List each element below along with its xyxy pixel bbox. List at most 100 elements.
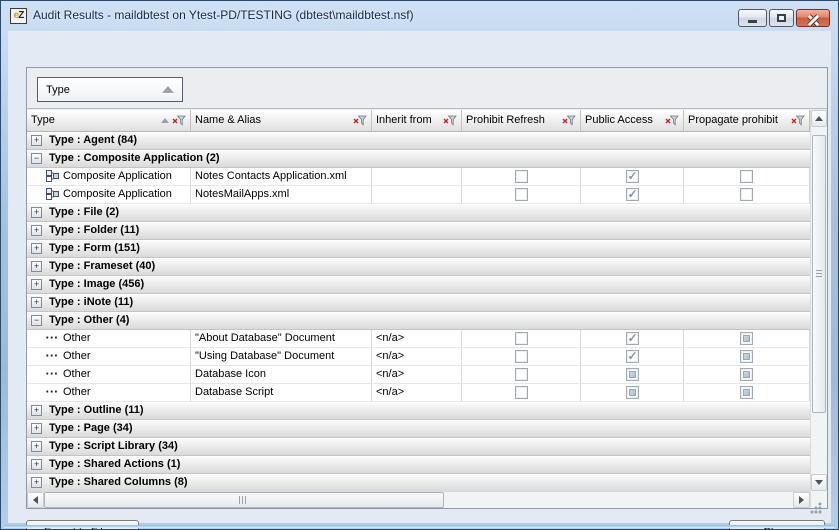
export-to-file-button[interactable]: Export to File ...: [26, 520, 139, 530]
cell-propagate-prohibit: [684, 366, 810, 384]
vertical-scrollbar-thumb[interactable]: [812, 135, 826, 413]
expand-icon[interactable]: +: [31, 243, 42, 254]
group-row-outline[interactable]: +Type : Outline (11): [27, 402, 810, 420]
group-label: Type : Other (4): [49, 314, 129, 326]
grid: Type Name & Alias Inherit from: [27, 110, 827, 508]
table-row[interactable]: Other Database Script <n/a>: [27, 384, 810, 402]
expand-icon[interactable]: +: [31, 207, 42, 218]
group-row-file[interactable]: +Type : File (2): [27, 204, 810, 222]
cell-type-label: Other: [63, 350, 91, 362]
horizontal-scrollbar-thumb[interactable]: [44, 492, 444, 508]
group-row-other[interactable]: −Type : Other (4): [27, 312, 810, 330]
group-row-form[interactable]: +Type : Form (151): [27, 240, 810, 258]
dots-icon: [45, 386, 59, 399]
prohibit-refresh-checkbox[interactable]: [515, 350, 528, 363]
group-row-frameset[interactable]: +Type : Frameset (40): [27, 258, 810, 276]
column-header-public-access[interactable]: Public Access: [581, 110, 684, 131]
filter-icon[interactable]: [791, 115, 805, 126]
public-access-checkbox[interactable]: [626, 386, 639, 399]
composite-application-icon: [45, 170, 59, 183]
expand-icon[interactable]: +: [31, 135, 42, 146]
column-header-name-alias[interactable]: Name & Alias: [191, 110, 372, 131]
expand-icon[interactable]: +: [31, 405, 42, 416]
propagate-prohibit-checkbox[interactable]: [740, 386, 753, 399]
collapse-icon[interactable]: −: [31, 153, 42, 164]
scroll-down-button[interactable]: [811, 474, 827, 491]
horizontal-scrollbar-track[interactable]: [444, 492, 793, 508]
prohibit-refresh-checkbox[interactable]: [515, 332, 528, 345]
resize-grip[interactable]: [810, 502, 822, 514]
arrow-down-icon: [815, 480, 823, 485]
prohibit-refresh-checkbox[interactable]: [515, 188, 528, 201]
propagate-prohibit-checkbox[interactable]: [740, 188, 753, 201]
filter-icon[interactable]: [665, 115, 679, 126]
close-window-button[interactable]: [796, 9, 830, 27]
group-by-area[interactable]: Type: [27, 68, 827, 109]
group-row-shared-actions[interactable]: +Type : Shared Actions (1): [27, 456, 810, 474]
expand-icon[interactable]: +: [31, 279, 42, 290]
group-by-chip-type[interactable]: Type: [37, 77, 183, 102]
public-access-checkbox[interactable]: [626, 350, 639, 363]
column-header-prohibit-refresh[interactable]: Prohibit Refresh: [462, 110, 581, 131]
expand-icon[interactable]: +: [31, 423, 42, 434]
group-row-image[interactable]: +Type : Image (456): [27, 276, 810, 294]
vertical-scrollbar[interactable]: [810, 110, 827, 508]
scroll-up-button[interactable]: [811, 110, 827, 127]
scroll-right-button[interactable]: [793, 492, 810, 508]
filter-icon[interactable]: [172, 115, 186, 126]
column-header-label: Inherit from: [376, 114, 432, 126]
expand-icon[interactable]: +: [31, 297, 42, 308]
table-row[interactable]: Composite Application NotesMailApps.xml: [27, 186, 810, 204]
public-access-checkbox[interactable]: [626, 332, 639, 345]
group-row-shared-columns[interactable]: +Type : Shared Columns (8): [27, 474, 810, 491]
prohibit-refresh-checkbox[interactable]: [515, 368, 528, 381]
column-header-propagate-prohibit[interactable]: Propagate prohibit: [684, 110, 810, 131]
propagate-prohibit-checkbox[interactable]: [740, 170, 753, 183]
public-access-checkbox[interactable]: [626, 188, 639, 201]
propagate-prohibit-checkbox[interactable]: [740, 368, 753, 381]
column-header-label: Name & Alias: [195, 114, 261, 126]
propagate-prohibit-checkbox[interactable]: [740, 350, 753, 363]
filter-icon[interactable]: [443, 115, 457, 126]
prohibit-refresh-checkbox[interactable]: [515, 170, 528, 183]
table-row[interactable]: Composite Application Notes Contacts App…: [27, 168, 810, 186]
cell-name-alias: "About Database" Document: [191, 330, 372, 348]
group-row-inote[interactable]: +Type : iNote (11): [27, 294, 810, 312]
group-row-folder[interactable]: +Type : Folder (11): [27, 222, 810, 240]
table-row[interactable]: Other "About Database" Document <n/a>: [27, 330, 810, 348]
vertical-scrollbar-track[interactable]: [811, 127, 827, 474]
expand-icon[interactable]: +: [31, 261, 42, 272]
group-label: Type : Page (34): [49, 422, 133, 434]
expand-icon[interactable]: +: [31, 459, 42, 470]
expand-icon[interactable]: +: [31, 441, 42, 452]
propagate-prohibit-checkbox[interactable]: [740, 332, 753, 345]
close-button[interactable]: Close: [729, 520, 825, 530]
minimize-button[interactable]: [738, 9, 767, 27]
horizontal-scrollbar[interactable]: [27, 491, 810, 508]
minimize-icon: [748, 20, 757, 23]
column-header-type[interactable]: Type: [27, 110, 191, 131]
group-row-agent[interactable]: + Type : Agent (84): [27, 132, 810, 150]
group-row-composite-application[interactable]: −Type : Composite Application (2): [27, 150, 810, 168]
export-button-label: xport to File ...: [51, 526, 121, 530]
prohibit-refresh-checkbox[interactable]: [515, 386, 528, 399]
filter-icon[interactable]: [562, 115, 576, 126]
column-header-inherit-from[interactable]: Inherit from: [372, 110, 462, 131]
window-title: Audit Results - maildbtest on Ytest-PD/T…: [33, 1, 414, 31]
table-row[interactable]: Other "Using Database" Document <n/a>: [27, 348, 810, 366]
app-icon[interactable]: eZ: [10, 8, 27, 24]
titlebar[interactable]: eZ Audit Results - maildbtest on Ytest-P…: [1, 1, 838, 31]
table-row[interactable]: Other Database Icon <n/a>: [27, 366, 810, 384]
scroll-left-button[interactable]: [27, 492, 44, 508]
group-row-script-library[interactable]: +Type : Script Library (34): [27, 438, 810, 456]
close-button-label: lose: [771, 526, 791, 530]
public-access-checkbox[interactable]: [626, 170, 639, 183]
maximize-button[interactable]: [769, 9, 794, 27]
expand-icon[interactable]: +: [31, 477, 42, 488]
public-access-checkbox[interactable]: [626, 368, 639, 381]
group-row-page[interactable]: + Type : Page (34): [27, 420, 810, 438]
expand-icon[interactable]: +: [31, 225, 42, 236]
group-label: Type : Agent (84): [49, 134, 137, 146]
filter-icon[interactable]: [353, 115, 367, 126]
collapse-icon[interactable]: −: [31, 315, 42, 326]
